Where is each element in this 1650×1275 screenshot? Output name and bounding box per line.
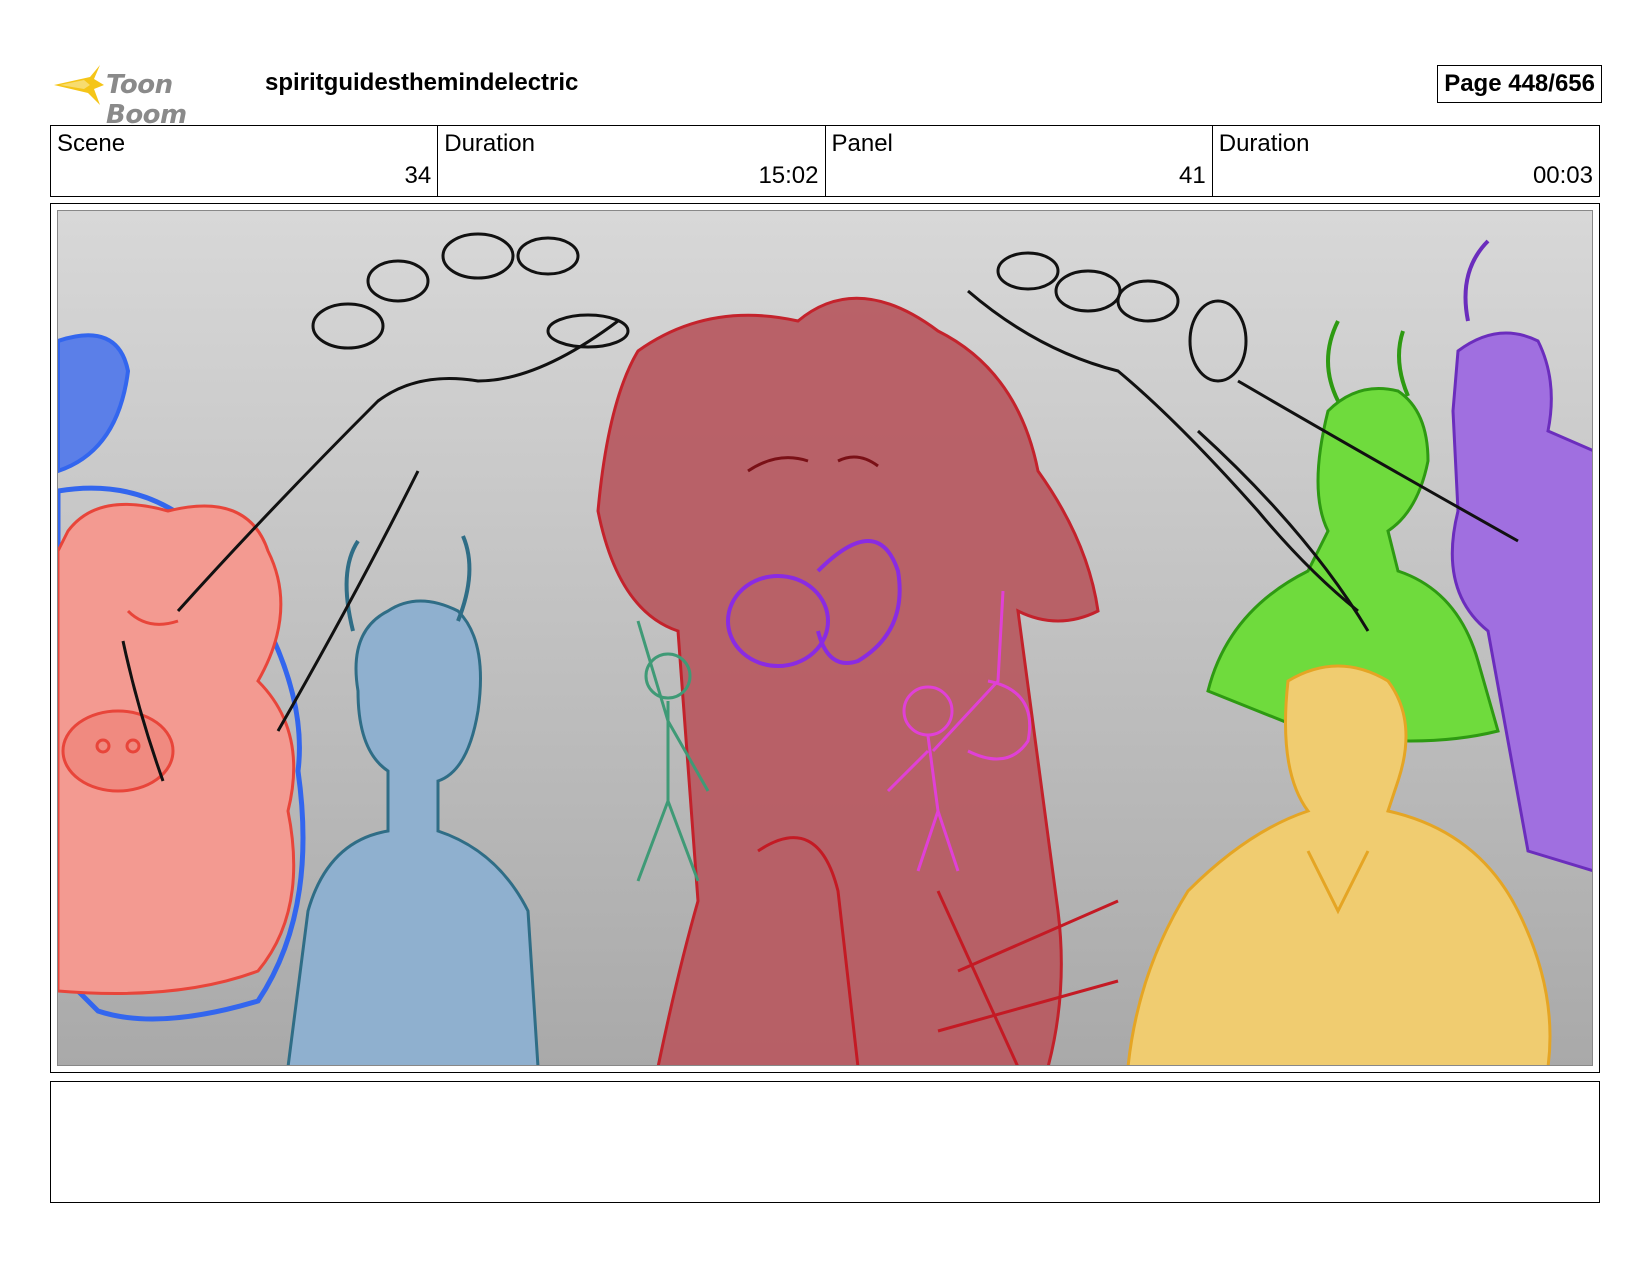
panel-duration-value: 00:03	[1532, 162, 1593, 189]
pink-figure	[58, 502, 296, 995]
panel-duration-label: Duration	[1218, 130, 1310, 157]
toon-boom-logo: Toon Boom	[50, 59, 250, 130]
starburst-icon	[54, 65, 104, 105]
panel-cell: Panel 41	[826, 126, 1213, 196]
scene-info-table: Scene 34 Duration 15:02 Panel 41 Duratio…	[50, 125, 1600, 197]
scene-duration-cell: Duration 15:02	[438, 126, 826, 196]
storyboard-panel-image	[57, 210, 1593, 1066]
scene-cell: Scene 34	[51, 126, 439, 196]
scene-label: Scene	[57, 130, 126, 157]
panel-label: Panel	[831, 130, 893, 157]
logo-text: Toon Boom	[106, 70, 187, 130]
scene-value: 34	[404, 162, 432, 189]
storyboard-panel-frame	[50, 203, 1600, 1073]
scene-duration-label: Duration	[444, 130, 535, 157]
panel-duration-cell: Duration 00:03	[1213, 126, 1599, 196]
page-number: Page 448/656	[1437, 65, 1602, 103]
scene-duration-value: 15:02	[758, 162, 819, 189]
panel-value: 41	[1179, 162, 1206, 189]
project-title: spiritguidesthemindelectric	[265, 69, 579, 96]
panel-drawing	[58, 211, 1592, 1065]
panel-notes-box	[50, 1081, 1600, 1203]
page-header: Toon Boom spiritguidesthemindelectric Pa…	[50, 55, 1602, 130]
